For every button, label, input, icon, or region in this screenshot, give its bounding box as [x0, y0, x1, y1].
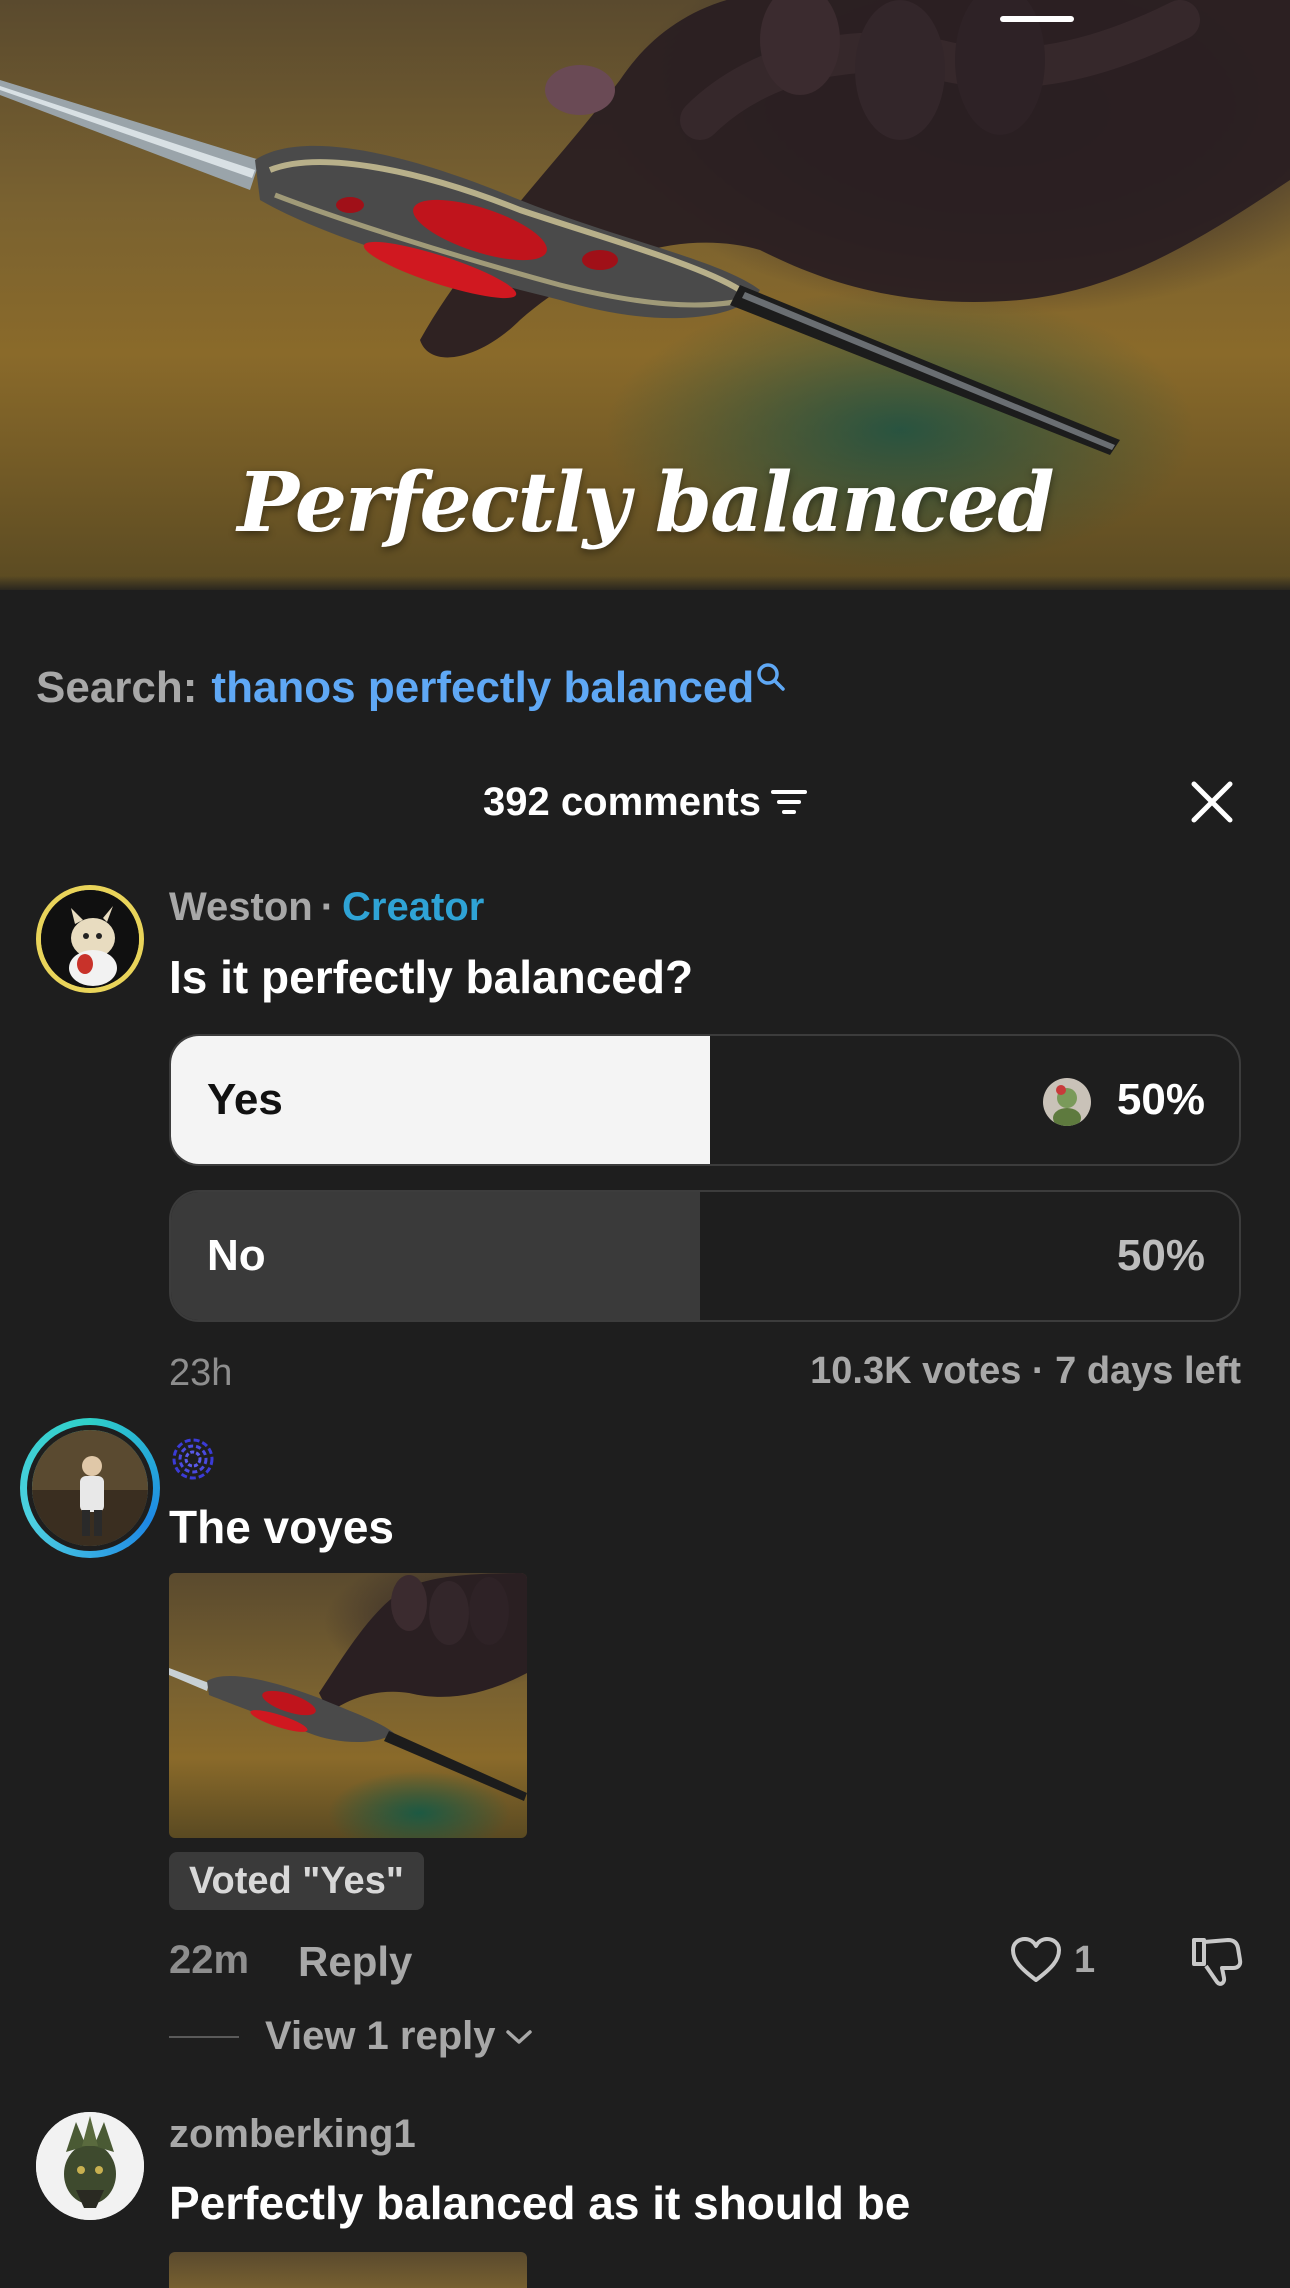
- dislike-icon[interactable]: [1190, 1934, 1244, 1988]
- video-player[interactable]: Perfectly balanced: [0, 0, 1290, 590]
- poll-option-yes[interactable]: Yes 50%: [169, 1034, 1241, 1166]
- creator-avatar[interactable]: [36, 885, 144, 993]
- commenter-avatar-story-ring[interactable]: [20, 1418, 160, 1558]
- poll-option-label: No: [207, 1231, 266, 1280]
- comments-count: 392 comments: [483, 779, 761, 824]
- like-button[interactable]: 1: [1010, 1930, 1095, 1990]
- comment-text: Perfectly balanced as it should be: [169, 2177, 911, 2229]
- poll-stats: 10.3K votes · 7 days left: [810, 1350, 1241, 1392]
- voted-badge: Voted "Yes": [169, 1852, 424, 1910]
- search-icon: [757, 663, 785, 691]
- voter-avatar: [1043, 1078, 1091, 1126]
- comment-text: The voyes: [169, 1501, 394, 1553]
- video-progress-indicator: [1000, 16, 1074, 22]
- sort-filter-icon[interactable]: [770, 787, 807, 817]
- like-count: 1: [1074, 1938, 1096, 1981]
- reply-button[interactable]: Reply: [298, 1938, 412, 1986]
- poll-question: Is it perfectly balanced?: [169, 951, 694, 1003]
- creator-avatar-image: [41, 890, 139, 988]
- comment-image-thumbnail-partial[interactable]: [169, 2252, 527, 2288]
- commenter-avatar-zomberking1[interactable]: [36, 2112, 144, 2220]
- comment-image-thumbnail[interactable]: [169, 1573, 527, 1838]
- search-prefix: Search:: [36, 663, 198, 712]
- dagger-thumbnail-image: [169, 1573, 527, 1801]
- poll-percent-yes: 50%: [1116, 1075, 1205, 1124]
- fingerprint-icon: [172, 1438, 214, 1480]
- poll-percent-no: 50%: [1116, 1231, 1205, 1280]
- heart-icon: [1011, 1937, 1061, 1982]
- chevron-down-icon: [505, 2029, 532, 2044]
- close-icon[interactable]: [1190, 780, 1234, 824]
- poll-option-no[interactable]: No 50%: [169, 1190, 1241, 1322]
- poll-option-label: Yes: [207, 1075, 283, 1124]
- comment-timestamp: 22m: [169, 1938, 250, 1982]
- commenter-avatar-image: [32, 1430, 148, 1546]
- meta-separator: ·: [320, 885, 335, 929]
- comment-author-username[interactable]: zomberking1: [169, 2112, 416, 2156]
- voter-avatar-image: [1043, 1078, 1091, 1126]
- commenter-avatar-image: [36, 2112, 144, 2220]
- replies-divider-line: [169, 2035, 239, 2038]
- poll-author-username[interactable]: Weston: [169, 885, 313, 929]
- comments-screen: Perfectly balanced Search: thanos perfec…: [0, 0, 1290, 2288]
- search-suggestion[interactable]: Search: thanos perfectly balanced: [36, 660, 786, 716]
- comment-author-line: zomberking1: [169, 2112, 416, 2157]
- commenter-avatar: [27, 1425, 153, 1551]
- poll-author-line: Weston · Creator: [169, 885, 484, 930]
- video-bottom-shade: [0, 576, 1290, 590]
- poll-timestamp: 23h: [169, 1352, 233, 1394]
- creator-badge: Creator: [342, 885, 485, 929]
- comments-header: 392 comments: [0, 770, 1290, 834]
- video-caption: Perfectly balanced: [237, 455, 1054, 551]
- view-replies-label: View 1 reply: [265, 2014, 496, 2058]
- view-replies-button[interactable]: View 1 reply: [169, 2014, 534, 2059]
- search-query-link[interactable]: thanos perfectly balanced: [211, 663, 754, 713]
